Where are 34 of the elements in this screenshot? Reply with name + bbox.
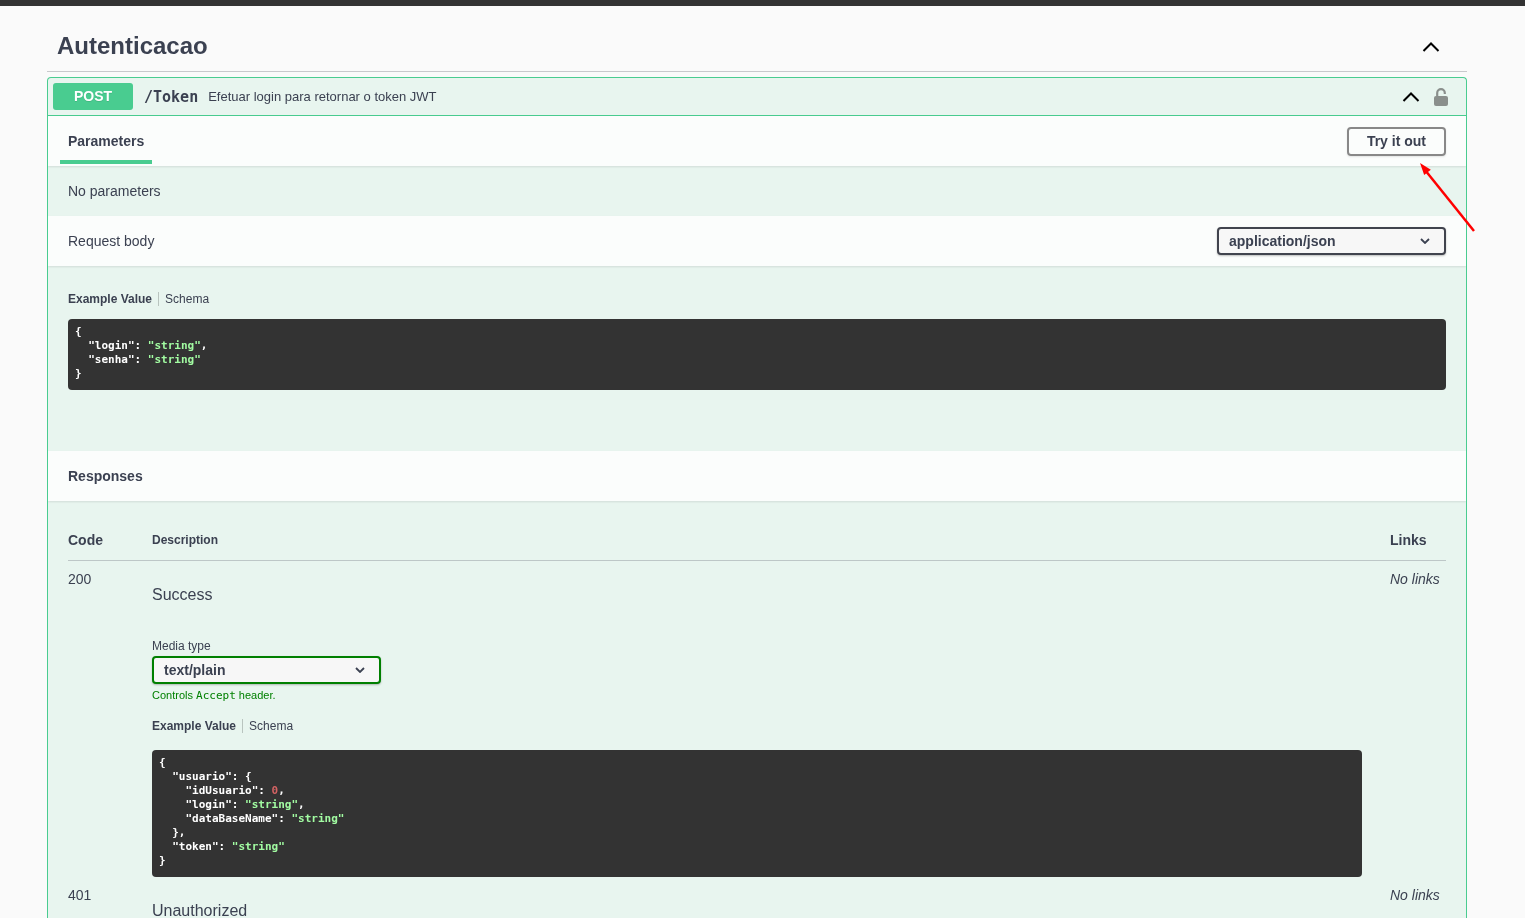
endpoint-summary: Efetuar login para retornar o token JWT bbox=[208, 89, 437, 104]
chevron-up-icon[interactable] bbox=[1422, 40, 1440, 52]
padlock-icon[interactable] bbox=[1434, 87, 1448, 106]
no-parameters-text: No parameters bbox=[68, 183, 161, 199]
column-header: Description bbox=[152, 532, 219, 549]
dropdown[interactable]: application/json bbox=[1217, 227, 1446, 255]
accept-header-hint: Controls Accept header. bbox=[152, 688, 276, 702]
status-code: 401 bbox=[68, 887, 92, 903]
request-body-label: Request body bbox=[68, 233, 155, 249]
status-code: 200 bbox=[68, 571, 92, 587]
annotation-arrow bbox=[1418, 161, 1476, 233]
tab[interactable]: Example Value bbox=[152, 719, 237, 733]
chevron-down-icon bbox=[355, 667, 365, 673]
http-method-label: POST bbox=[53, 83, 133, 110]
try-it-out-button[interactable]: Try it out bbox=[1346, 126, 1446, 156]
dropdown[interactable]: text/plain bbox=[152, 656, 381, 684]
section-title: Autenticacao bbox=[57, 31, 208, 61]
response-description: Unauthorized bbox=[152, 901, 249, 918]
column-header: Code bbox=[68, 532, 104, 550]
tab[interactable]: Schema bbox=[249, 719, 294, 733]
endpoint-path: /Token bbox=[144, 87, 199, 106]
responses-heading: Responses bbox=[68, 468, 143, 484]
links-text: No links bbox=[1390, 571, 1440, 587]
chevron-down-icon bbox=[1420, 238, 1430, 244]
tab[interactable]: Parameters bbox=[60, 116, 153, 164]
tab[interactable]: Example Value bbox=[68, 292, 153, 306]
chevron-up-icon[interactable] bbox=[1402, 91, 1420, 102]
media-type-label: Media type bbox=[152, 639, 211, 653]
response-description: Success bbox=[152, 585, 214, 605]
column-header: Links bbox=[1390, 532, 1428, 550]
tab[interactable]: Schema bbox=[165, 292, 210, 306]
code-block: { "login": "string", "senha": "string" } bbox=[68, 319, 1446, 390]
code-block: { "usuario": { "idUsuario": 0, "login": "string", "dataBaseName": "string" }, "token": "string" } bbox=[152, 750, 1362, 877]
links-text: No links bbox=[1390, 887, 1440, 903]
